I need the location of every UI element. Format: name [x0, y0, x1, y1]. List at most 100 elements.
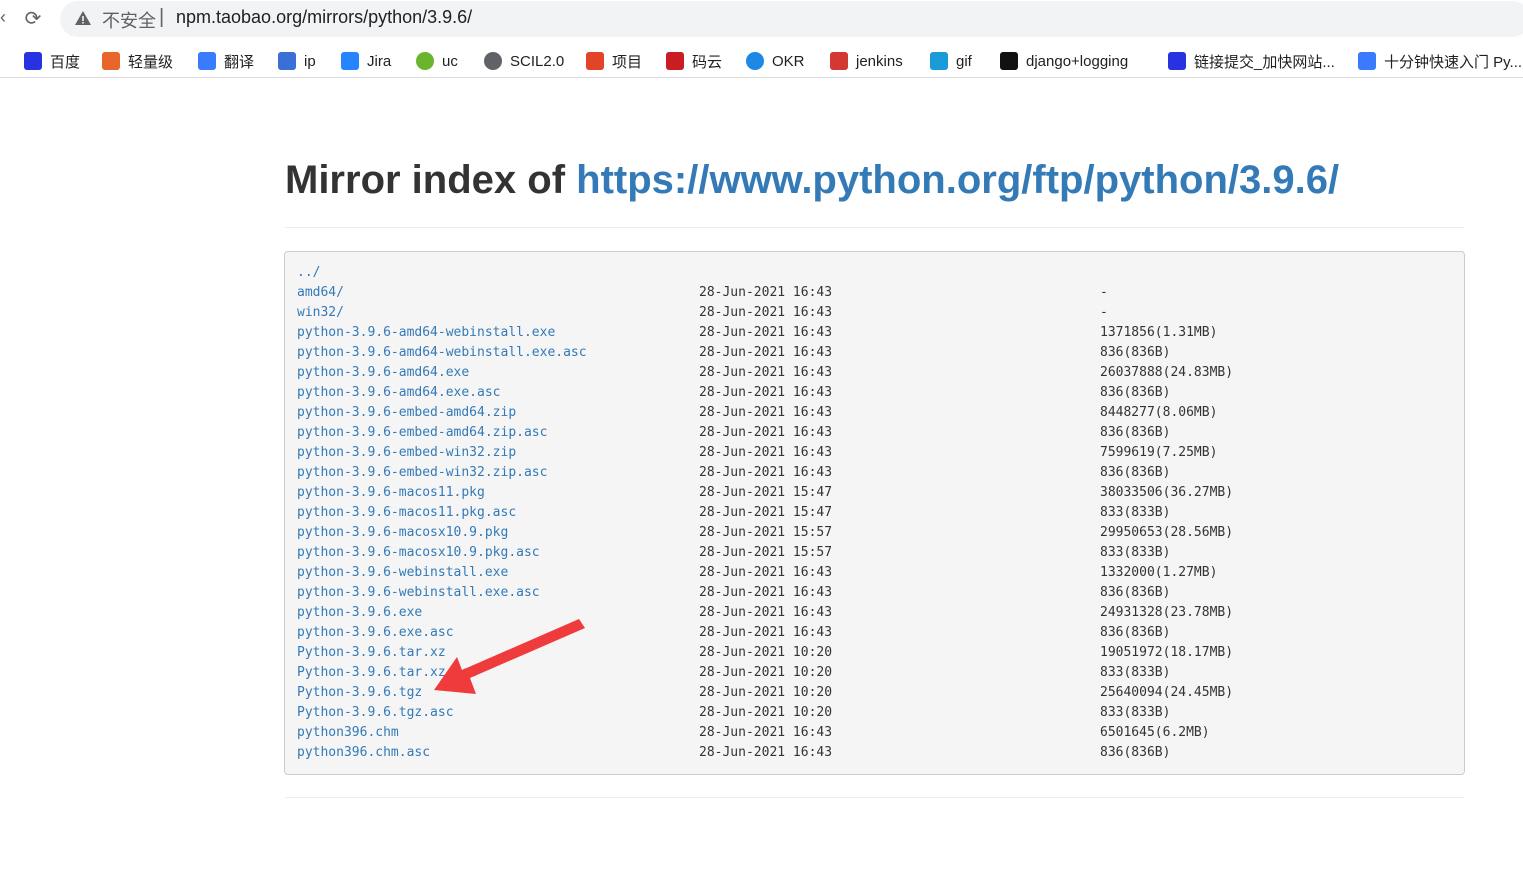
page-title-prefix: Mirror index of — [285, 158, 566, 202]
bookmark-item[interactable]: 百度 — [24, 49, 80, 73]
file-date: 28-Jun-2021 16:43 — [699, 725, 833, 740]
file-link[interactable]: Python-3.9.6.tgz — [297, 683, 422, 703]
file-date: 28-Jun-2021 10:20 — [699, 705, 833, 720]
reload-icon[interactable]: ⟳ — [20, 6, 46, 32]
file-date: 28-Jun-2021 16:43 — [699, 445, 833, 460]
file-size: 833(833B) — [1100, 545, 1171, 560]
file-link[interactable]: python-3.9.6-amd64-webinstall.exe — [297, 323, 555, 343]
bookmark-label: 码云 — [692, 53, 723, 71]
file-size: 836(836B) — [1100, 625, 1171, 640]
okr-ring-icon — [746, 52, 764, 70]
file-link[interactable]: Python-3.9.6.tgz.asc — [297, 703, 454, 723]
file-date: 28-Jun-2021 16:43 — [699, 385, 833, 400]
file-date: 28-Jun-2021 16:43 — [699, 345, 833, 360]
bookmarks-bar: 百度 轻量级 翻译 ip Jira uc SCIL2.0 项目 码云 OKR jenkins gif d… — [0, 44, 1523, 78]
file-link[interactable]: ../ — [297, 263, 320, 283]
file-date: 28-Jun-2021 16:43 — [699, 285, 833, 300]
file-link[interactable]: Python-3.9.6.tar.xz — [297, 643, 446, 663]
file-date: 28-Jun-2021 16:43 — [699, 365, 833, 380]
file-link[interactable]: amd64/ — [297, 283, 344, 303]
uc-icon — [416, 52, 434, 70]
translate-icon — [198, 52, 216, 70]
bookmark-item[interactable]: 十分钟快速入门 Py... — [1358, 49, 1522, 73]
file-size: 833(833B) — [1100, 665, 1171, 680]
file-size: 836(836B) — [1100, 385, 1171, 400]
bookmark-item[interactable]: jenkins — [830, 49, 903, 73]
file-link[interactable]: python-3.9.6.exe.asc — [297, 623, 454, 643]
file-size: - — [1100, 285, 1108, 300]
file-date: 28-Jun-2021 15:57 — [699, 525, 833, 540]
bookmark-label: SCIL2.0 — [510, 52, 565, 70]
file-size: 26037888(24.83MB) — [1100, 365, 1234, 380]
file-link[interactable]: python-3.9.6-embed-win32.zip.asc — [297, 463, 547, 483]
bookmark-item[interactable]: uc — [416, 49, 458, 73]
file-size: 19051972(18.17MB) — [1100, 645, 1234, 660]
file-size: 836(836B) — [1100, 585, 1171, 600]
bookmark-item[interactable]: 项目 — [586, 49, 642, 73]
bookmark-label: ip — [304, 52, 316, 70]
file-size: 836(836B) — [1100, 345, 1171, 360]
file-link[interactable]: python-3.9.6-amd64.exe — [297, 363, 469, 383]
page-title: Mirror index of https://www.python.org/f… — [285, 158, 1339, 203]
gitee-icon — [666, 52, 684, 70]
file-date: 28-Jun-2021 10:20 — [699, 645, 833, 660]
gitlab-icon — [586, 52, 604, 70]
bookmark-item[interactable]: 码云 — [666, 49, 722, 73]
file-link[interactable]: python396.chm.asc — [297, 743, 430, 763]
baidu-paw-icon — [1168, 52, 1186, 70]
bookmark-item[interactable]: 翻译 — [198, 49, 254, 73]
security-status-label[interactable]: 不安全 — [102, 7, 156, 33]
file-link[interactable]: python-3.9.6-macos11.pkg.asc — [297, 503, 516, 523]
bookmark-item[interactable]: ip — [278, 49, 316, 73]
file-size: - — [1100, 305, 1108, 320]
file-size: 38033506(36.27MB) — [1100, 485, 1234, 500]
file-link[interactable]: python-3.9.6-webinstall.exe — [297, 563, 508, 583]
cloud-mountain-icon — [930, 52, 948, 70]
bookmark-label: Jira — [367, 52, 392, 70]
file-link[interactable]: python-3.9.6-macosx10.9.pkg — [297, 523, 508, 543]
file-link[interactable]: Python-3.9.6.tar.xz.asc — [297, 663, 477, 683]
bookmark-label: 十分钟快速入门 Py... — [1384, 53, 1523, 71]
layers-icon — [1358, 52, 1376, 70]
file-size: 1371856(1.31MB) — [1100, 325, 1218, 340]
file-date: 28-Jun-2021 10:20 — [699, 665, 833, 680]
file-link[interactable]: python-3.9.6-embed-win32.zip — [297, 443, 516, 463]
file-link[interactable]: python-3.9.6.exe — [297, 603, 422, 623]
bookmark-label: 链接提交_加快网站... — [1194, 53, 1335, 71]
file-date: 28-Jun-2021 10:20 — [699, 685, 833, 700]
bookmark-item[interactable]: gif — [930, 49, 972, 73]
footer-divider — [285, 797, 1464, 798]
file-size: 6501645(6.2MB) — [1100, 725, 1210, 740]
file-listing: ../amd64/28-Jun-2021 16:43 - win32/28-Jun-… — [284, 251, 1465, 775]
file-link[interactable]: python-3.9.6-amd64-webinstall.exe.asc — [297, 343, 587, 363]
back-arrow-icon[interactable]: ‹ — [0, 7, 6, 28]
file-date: 28-Jun-2021 15:47 — [699, 505, 833, 520]
file-size: 836(836B) — [1100, 745, 1171, 760]
file-link[interactable]: python-3.9.6-embed-amd64.zip — [297, 403, 516, 423]
file-link[interactable]: python-3.9.6-embed-amd64.zip.asc — [297, 423, 547, 443]
django-site-icon — [1000, 52, 1018, 70]
bookmark-item[interactable]: 链接提交_加快网站... — [1168, 49, 1335, 73]
file-link[interactable]: win32/ — [297, 303, 344, 323]
file-link[interactable]: python-3.9.6-macosx10.9.pkg.asc — [297, 543, 540, 563]
bookmark-label: 项目 — [612, 53, 643, 71]
file-date: 28-Jun-2021 16:43 — [699, 625, 833, 640]
file-size: 1332000(1.27MB) — [1100, 565, 1218, 580]
file-link[interactable]: python-3.9.6-macos11.pkg — [297, 483, 485, 503]
bookmark-item[interactable]: 轻量级 — [102, 49, 173, 73]
file-link[interactable]: python-3.9.6-webinstall.exe.asc — [297, 583, 540, 603]
bookmark-label: jenkins — [856, 52, 903, 70]
file-size: 24931328(23.78MB) — [1100, 605, 1234, 620]
jira-icon — [341, 52, 359, 70]
bookmark-item[interactable]: Jira — [341, 49, 391, 73]
bookmark-label: 轻量级 — [128, 53, 174, 71]
file-link[interactable]: python396.chm — [297, 723, 399, 743]
file-link[interactable]: python-3.9.6-amd64.exe.asc — [297, 383, 501, 403]
address-url[interactable]: npm.taobao.org/mirrors/python/3.9.6/ — [176, 7, 472, 28]
source-mirror-link[interactable]: https://www.python.org/ftp/python/3.9.6/ — [576, 158, 1339, 202]
bookmark-item[interactable]: django+logging — [1000, 49, 1128, 73]
bookmark-item[interactable]: SCIL2.0 — [484, 49, 564, 73]
bookmark-item[interactable]: OKR — [746, 49, 805, 73]
file-size: 833(833B) — [1100, 505, 1171, 520]
warning-triangle-icon[interactable] — [74, 9, 92, 27]
